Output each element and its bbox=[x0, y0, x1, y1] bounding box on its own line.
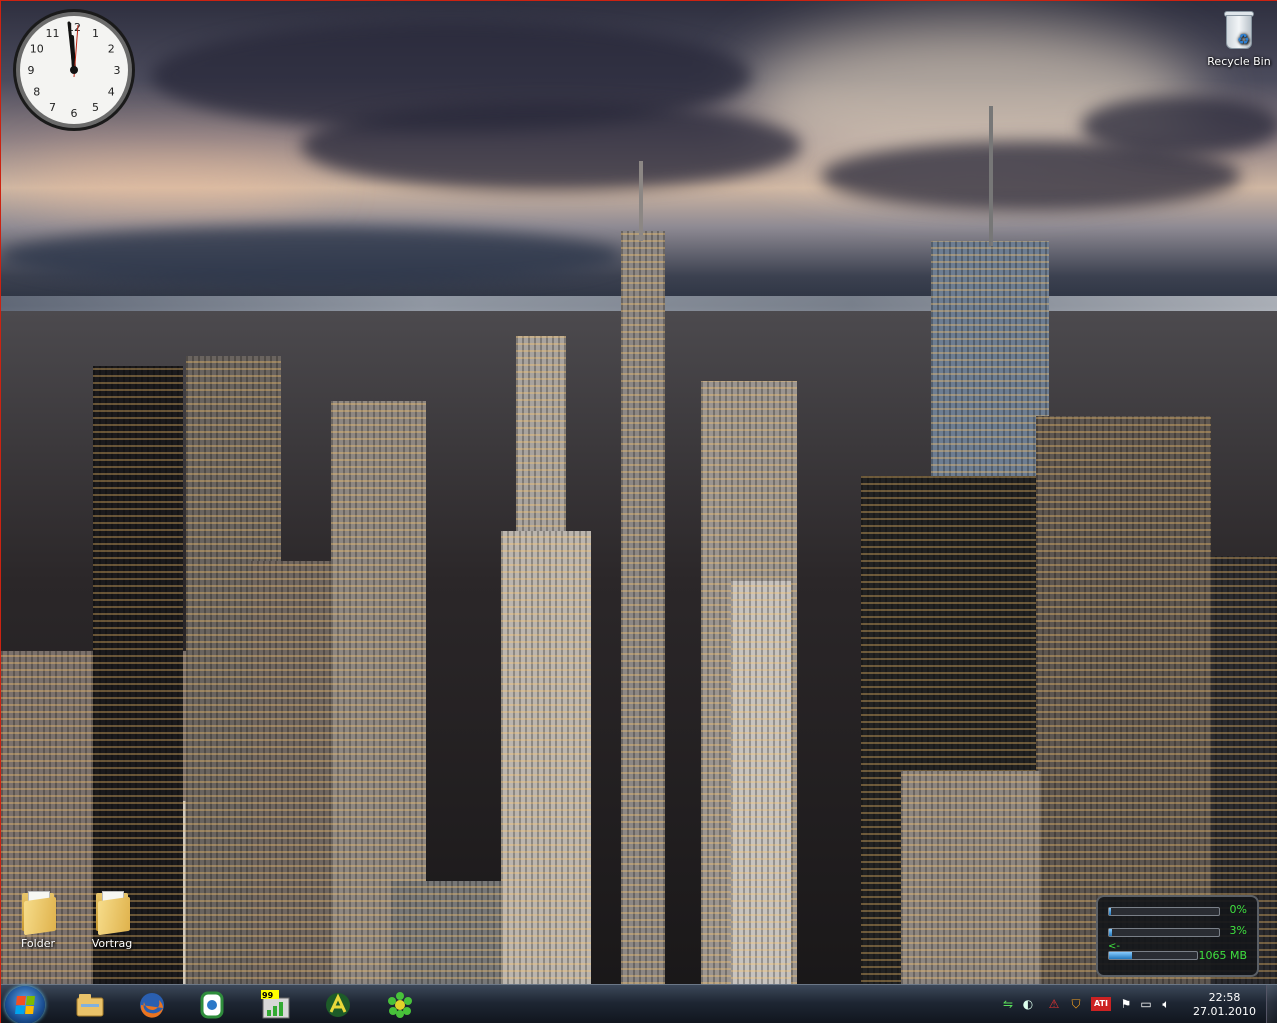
cpu-meter-row: 0% bbox=[1104, 901, 1251, 920]
memory-meter-row: <- 1065 MB bbox=[1104, 941, 1251, 962]
network-icon[interactable]: ⇋ bbox=[1001, 997, 1015, 1011]
start-button[interactable] bbox=[5, 986, 45, 1023]
clock-number: 10 bbox=[30, 43, 44, 56]
app-icon bbox=[200, 991, 224, 1019]
icq-icon bbox=[388, 992, 412, 1018]
taskbar-icq-button[interactable] bbox=[377, 988, 423, 1022]
ati-icon[interactable]: ATI bbox=[1091, 997, 1111, 1011]
clock-number: 6 bbox=[71, 107, 78, 120]
clock-number: 1 bbox=[92, 27, 99, 40]
clock-number: 7 bbox=[49, 101, 56, 114]
antivirus-tray-icon[interactable]: ⚠ bbox=[1047, 997, 1061, 1011]
taskbar-app-button[interactable] bbox=[189, 988, 235, 1022]
clock-number: 8 bbox=[33, 86, 40, 99]
antivirus-icon bbox=[326, 993, 350, 1017]
recycle-bin-label: Recycle Bin bbox=[1207, 55, 1271, 68]
firefox-icon bbox=[140, 993, 164, 1018]
clock-number: 4 bbox=[108, 86, 115, 99]
explorer-icon bbox=[76, 994, 104, 1017]
clock-number: 9 bbox=[28, 64, 35, 77]
stats-badge: 99 bbox=[262, 991, 274, 1000]
taskbar-stats-button[interactable]: 99 bbox=[253, 988, 299, 1022]
memory-meter-value: 1065 MB bbox=[1198, 949, 1247, 962]
clock-gadget[interactable]: 12 1234567891011 bbox=[11, 7, 137, 133]
taskbar-firefox-button[interactable] bbox=[129, 988, 175, 1022]
vortrag-label: Vortrag bbox=[91, 937, 133, 950]
cpu2-meter-row: 3% bbox=[1104, 922, 1251, 941]
recycle-bin[interactable]: ♻ Recycle Bin bbox=[1204, 9, 1274, 68]
taskbar-time: 22:58 bbox=[1208, 991, 1241, 1004]
taskbar-antivirus-button[interactable] bbox=[315, 988, 361, 1022]
taskbar: 99 ⇋ ◐ ⚠ ⛉ ATI ⚑ ▭ 🔈︎ 22:58 27.01.2010 bbox=[1, 984, 1277, 1023]
taskbar-date: 27.01.2010 bbox=[1193, 1005, 1256, 1018]
meter-gadget[interactable]: 0% 3% <- 1065 MB bbox=[1096, 895, 1259, 977]
clock-number: 11 bbox=[46, 27, 60, 40]
system-tray: ⇋ ◐ ⚠ ⛉ ATI ⚑ ▭ 🔈︎ 22:58 27.01.2010 bbox=[993, 985, 1277, 1023]
shield-tray-icon[interactable]: ⛉ bbox=[1069, 997, 1083, 1011]
show-desktop-button[interactable] bbox=[1266, 985, 1277, 1023]
desktop-folder[interactable]: Folder bbox=[3, 889, 73, 950]
memory-meter-fill bbox=[1109, 952, 1132, 959]
taskbar-explorer-button[interactable] bbox=[67, 988, 113, 1022]
folder-icon bbox=[18, 889, 58, 936]
clock-number: 2 bbox=[108, 43, 115, 56]
windows-logo-icon bbox=[15, 996, 35, 1014]
cpu-meter-fill bbox=[1109, 908, 1112, 915]
folder-label: Folder bbox=[21, 937, 55, 950]
signal-icon[interactable]: ◐ bbox=[1021, 997, 1035, 1011]
clock-area[interactable]: 22:58 27.01.2010 bbox=[1193, 991, 1256, 1019]
desktop-wallpaper bbox=[1, 1, 1277, 984]
recycle-bin-icon: ♻ bbox=[1222, 9, 1256, 51]
cpu-meter-value: 0% bbox=[1229, 903, 1247, 916]
display-icon[interactable]: ▭ bbox=[1139, 997, 1153, 1011]
clock-number: 3 bbox=[114, 64, 121, 77]
desktop-folder-vortrag[interactable]: Vortrag bbox=[77, 889, 147, 950]
folder-icon bbox=[92, 889, 132, 936]
flag-icon[interactable]: ⚑ bbox=[1119, 997, 1133, 1011]
cpu2-meter-value: 3% bbox=[1229, 924, 1247, 937]
cpu2-meter-fill bbox=[1109, 929, 1113, 936]
volume-icon[interactable]: 🔈︎ bbox=[1159, 997, 1173, 1011]
clock-number: 5 bbox=[92, 101, 99, 114]
